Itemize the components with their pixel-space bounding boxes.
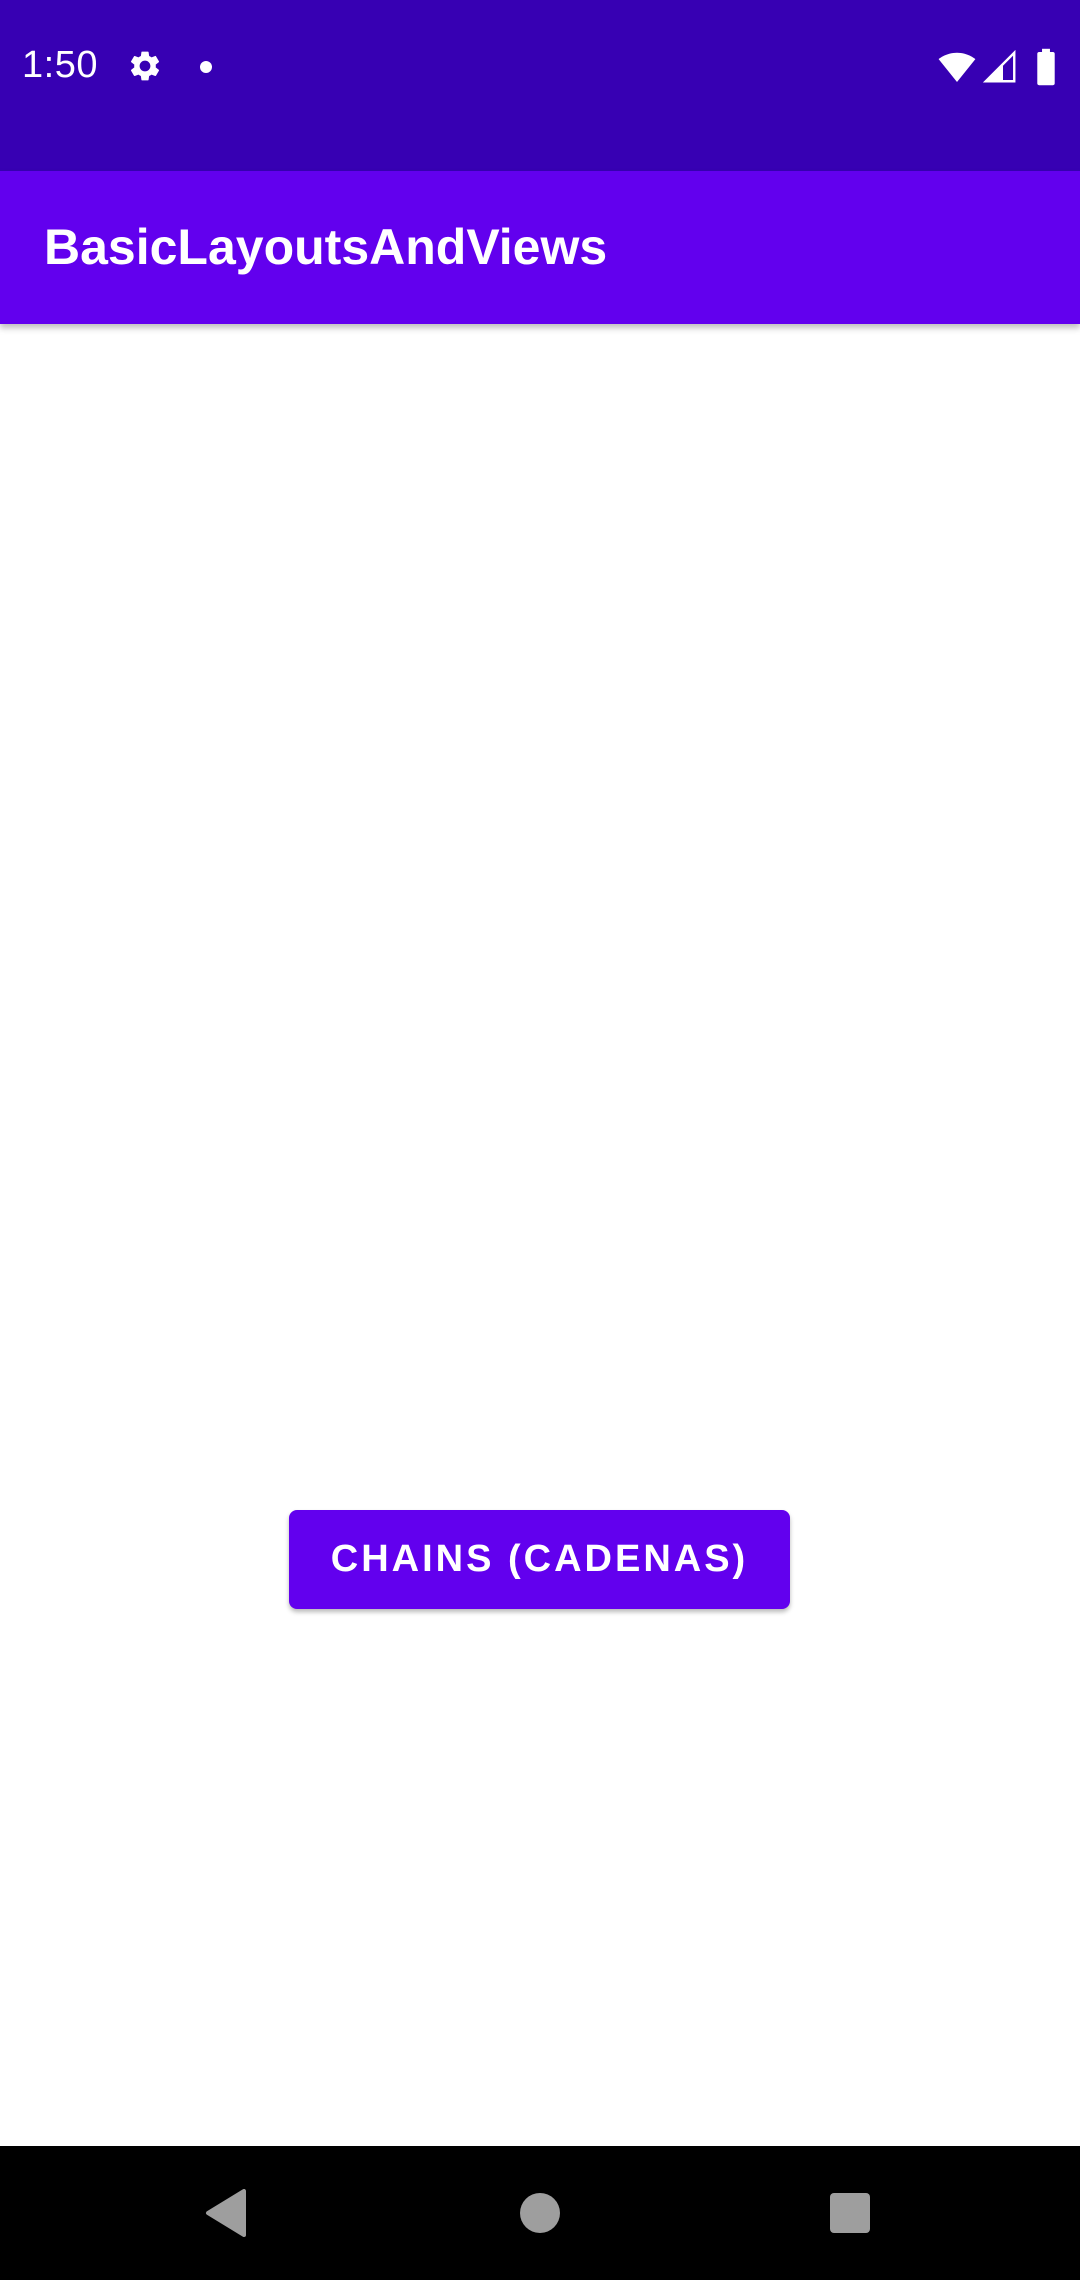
chains-button-label: CHAINS (CADENAS): [330, 1538, 749, 1580]
wifi-icon: [938, 52, 976, 83]
home-button[interactable]: [495, 2168, 585, 2258]
app-title: BasicLayoutsAndViews: [44, 219, 608, 275]
back-button[interactable]: [181, 2168, 271, 2258]
recents-icon: [830, 2193, 870, 2233]
settings-icon: [130, 51, 160, 81]
chains-button[interactable]: CHAINS (CADENAS): [289, 1510, 790, 1609]
app-bar: BasicLayoutsAndViews: [0, 171, 1080, 324]
cell-signal-icon: [982, 49, 1016, 83]
main-content: CHAINS (CADENAS): [0, 324, 1080, 2146]
status-time: 1:50: [22, 44, 98, 86]
back-icon: [206, 2189, 246, 2237]
battery-icon: [1037, 48, 1055, 86]
home-icon: [520, 2193, 560, 2233]
recents-button[interactable]: [805, 2168, 895, 2258]
status-bar: 1:50: [0, 0, 1080, 171]
notification-dot-icon: [200, 61, 212, 73]
navigation-bar: [0, 2146, 1080, 2280]
